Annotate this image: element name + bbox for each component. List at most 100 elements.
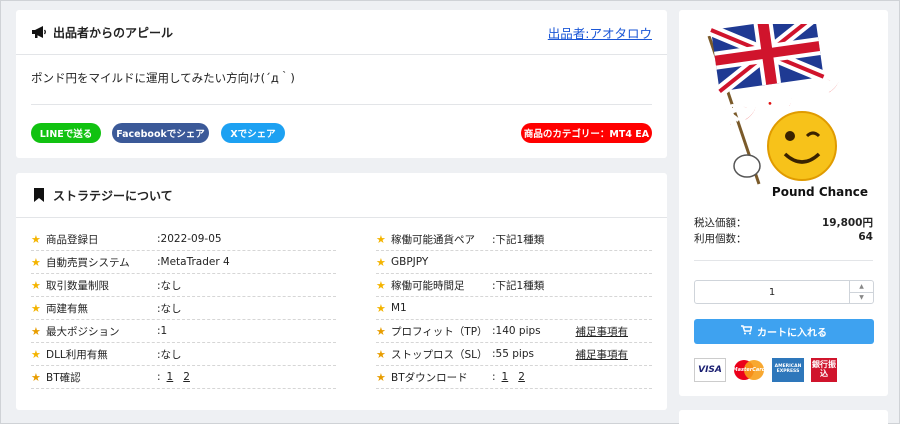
usage-count-row: 利用個数： 64 <box>694 231 873 246</box>
star-icon: ★ <box>376 370 386 384</box>
strategy-card: ストラテジーについて ★ 商品登録日 :2022-09-05 ★ 自動売買システム:M… <box>16 173 667 410</box>
attr-row: ★ ストップロス（SL） :55 pips 補足事項有 <box>376 343 652 366</box>
appeal-title: 出品者からのアピール <box>53 25 174 40</box>
chevron-down-icon[interactable]: ▼ <box>850 293 873 304</box>
divider <box>31 104 652 105</box>
btdl-link-2[interactable]: 2 <box>518 371 525 383</box>
star-icon: ★ <box>31 255 41 269</box>
attr-value: :なし <box>157 302 182 315</box>
attr-value: :MetaTrader 4 <box>157 256 230 268</box>
attr-row: ★ BT確認:1 2 <box>31 366 336 389</box>
strategy-left-column: ★ 商品登録日 :2022-09-05 ★ 自動売買システム:MetaTrader 4… <box>31 228 336 389</box>
star-icon: ★ <box>31 324 41 338</box>
cart-icon <box>741 325 753 338</box>
attr-row: ★ 商品登録日 :2022-09-05 <box>31 228 336 251</box>
price-value: 19,800円 <box>821 217 873 229</box>
mastercard-icon: MasterCard <box>733 358 765 382</box>
attr-label: M1 <box>391 302 407 314</box>
attr-label: プロフィット（TP） <box>391 325 488 338</box>
mastercard-label: MasterCard <box>732 367 766 373</box>
attr-row: ★ 稼働可能時間足 :下記1種類 <box>376 274 652 297</box>
bank-transfer-icon: 銀行振込 <box>811 358 837 382</box>
attr-row: ★ GBPJPY <box>376 251 652 274</box>
usage-count-label: 利用個数： <box>694 233 747 245</box>
attr-label: BT確認 <box>46 371 81 384</box>
payment-icons: VISA MasterCard AMERICAN EXPRESS 銀行振込 <box>694 358 837 382</box>
category-badge[interactable]: 商品のカテゴリー：MT4 EA <box>521 123 652 143</box>
attr-row: ★ 取引数量制限 :なし <box>31 274 336 297</box>
attr-value: :なし <box>157 348 182 361</box>
attr-label: GBPJPY <box>391 256 429 268</box>
attr-row: ★ 最大ポジション :1 <box>31 320 336 343</box>
attr-label: BTダウンロード <box>391 371 468 384</box>
star-icon: ★ <box>31 232 41 246</box>
attr-value: :なし <box>157 279 182 292</box>
star-icon: ★ <box>376 232 386 246</box>
add-to-cart-button[interactable]: カートに入れる <box>694 319 874 344</box>
price-label: 税込価額： <box>694 217 747 229</box>
attr-label: 最大ポジション <box>46 325 120 338</box>
star-icon: ★ <box>31 278 41 292</box>
add-to-cart-label: カートに入れる <box>757 328 827 339</box>
strategy-right-column: ★ 稼働可能通貨ペア :下記1種類 ★ GBPJPY ★ 稼働可能時間足 :下記1種類 ★… <box>376 228 652 389</box>
product-illustration: ポン・チャン Pound Chance <box>707 10 868 199</box>
star-icon: ★ <box>376 278 386 292</box>
facebook-share-button[interactable]: Facebookでシェア <box>112 123 209 143</box>
quantity-spinner[interactable]: ▲ ▼ <box>849 281 873 303</box>
attr-row: ★ 両建有無:なし <box>31 297 336 320</box>
purchase-card: ポン・チャン Pound Chance 税込価額： 19,800円 利用個数： … <box>679 10 888 396</box>
usage-count-value: 64 <box>858 231 873 243</box>
product-image-caption: Pound Chance <box>772 185 868 199</box>
amex-icon: AMERICAN EXPRESS <box>772 358 804 382</box>
strategy-title: ストラテジーについて <box>53 188 173 203</box>
attr-value: :2022-09-05 <box>157 233 222 245</box>
attr-label: 稼働可能時間足 <box>391 279 465 292</box>
bt-link-1[interactable]: 1 <box>167 371 174 383</box>
attr-label: 稼働可能通貨ペア <box>391 233 475 246</box>
attr-value: :55 pips <box>492 348 534 360</box>
attr-value: :下記1種類 <box>492 233 545 246</box>
star-icon: ★ <box>31 370 41 384</box>
attr-value: :140 pips <box>492 325 541 337</box>
megaphone-icon <box>31 24 47 40</box>
attr-label: 商品登録日 <box>46 233 99 246</box>
star-icon: ★ <box>31 347 41 361</box>
price-row: 税込価額： 19,800円 <box>694 215 873 230</box>
secondary-card <box>679 410 888 424</box>
visa-icon: VISA <box>694 358 726 382</box>
quantity-input[interactable]: 1 <box>695 281 849 303</box>
btdl-link-1[interactable]: 1 <box>502 371 509 383</box>
attr-label: DLL利用有無 <box>46 348 108 361</box>
attr-value: :1 <box>157 325 168 337</box>
attr-value: : <box>157 371 161 383</box>
attr-label: 両建有無 <box>46 302 88 315</box>
product-image: ポン・チャン Pound Chance <box>697 10 872 204</box>
appeal-header: 出品者からのアピール 出品者:アオタロウ <box>16 10 667 55</box>
sl-note-link[interactable]: 補足事項有 <box>576 347 629 362</box>
attr-value: :下記1種類 <box>492 279 545 292</box>
attr-row: ★ BTダウンロード:1 2 <box>376 366 652 389</box>
divider <box>694 260 873 261</box>
attr-label: ストップロス（SL） <box>391 348 488 361</box>
quantity-stepper[interactable]: 1 ▲ ▼ <box>694 280 874 304</box>
bookmark-icon <box>31 187 47 203</box>
seller-link[interactable]: 出品者:アオタロウ <box>548 23 652 42</box>
tp-note-link[interactable]: 補足事項有 <box>576 324 629 339</box>
line-share-button[interactable]: LINEで送る <box>31 123 101 143</box>
chevron-up-icon[interactable]: ▲ <box>850 281 873 293</box>
star-icon: ★ <box>376 255 386 269</box>
attr-row: ★ M1 <box>376 297 652 320</box>
attr-row: ★ DLL利用有無 :なし <box>31 343 336 366</box>
star-icon: ★ <box>376 324 386 338</box>
attr-row: ★ 稼働可能通貨ペア :下記1種類 <box>376 228 652 251</box>
x-share-button[interactable]: Xでシェア <box>221 123 285 143</box>
star-icon: ★ <box>376 301 386 315</box>
attr-row: ★ 自動売買システム:MetaTrader 4 <box>31 251 336 274</box>
strategy-header: ストラテジーについて <box>16 173 667 218</box>
bt-link-2[interactable]: 2 <box>183 371 190 383</box>
attr-row: ★ プロフィット（TP） :140 pips 補足事項有 <box>376 320 652 343</box>
star-icon: ★ <box>376 347 386 361</box>
attr-value: : <box>492 371 496 383</box>
attr-label: 取引数量制限 <box>46 279 109 292</box>
appeal-card: 出品者からのアピール 出品者:アオタロウ ポンド円をマイルドに運用してみたい方向… <box>16 10 667 158</box>
